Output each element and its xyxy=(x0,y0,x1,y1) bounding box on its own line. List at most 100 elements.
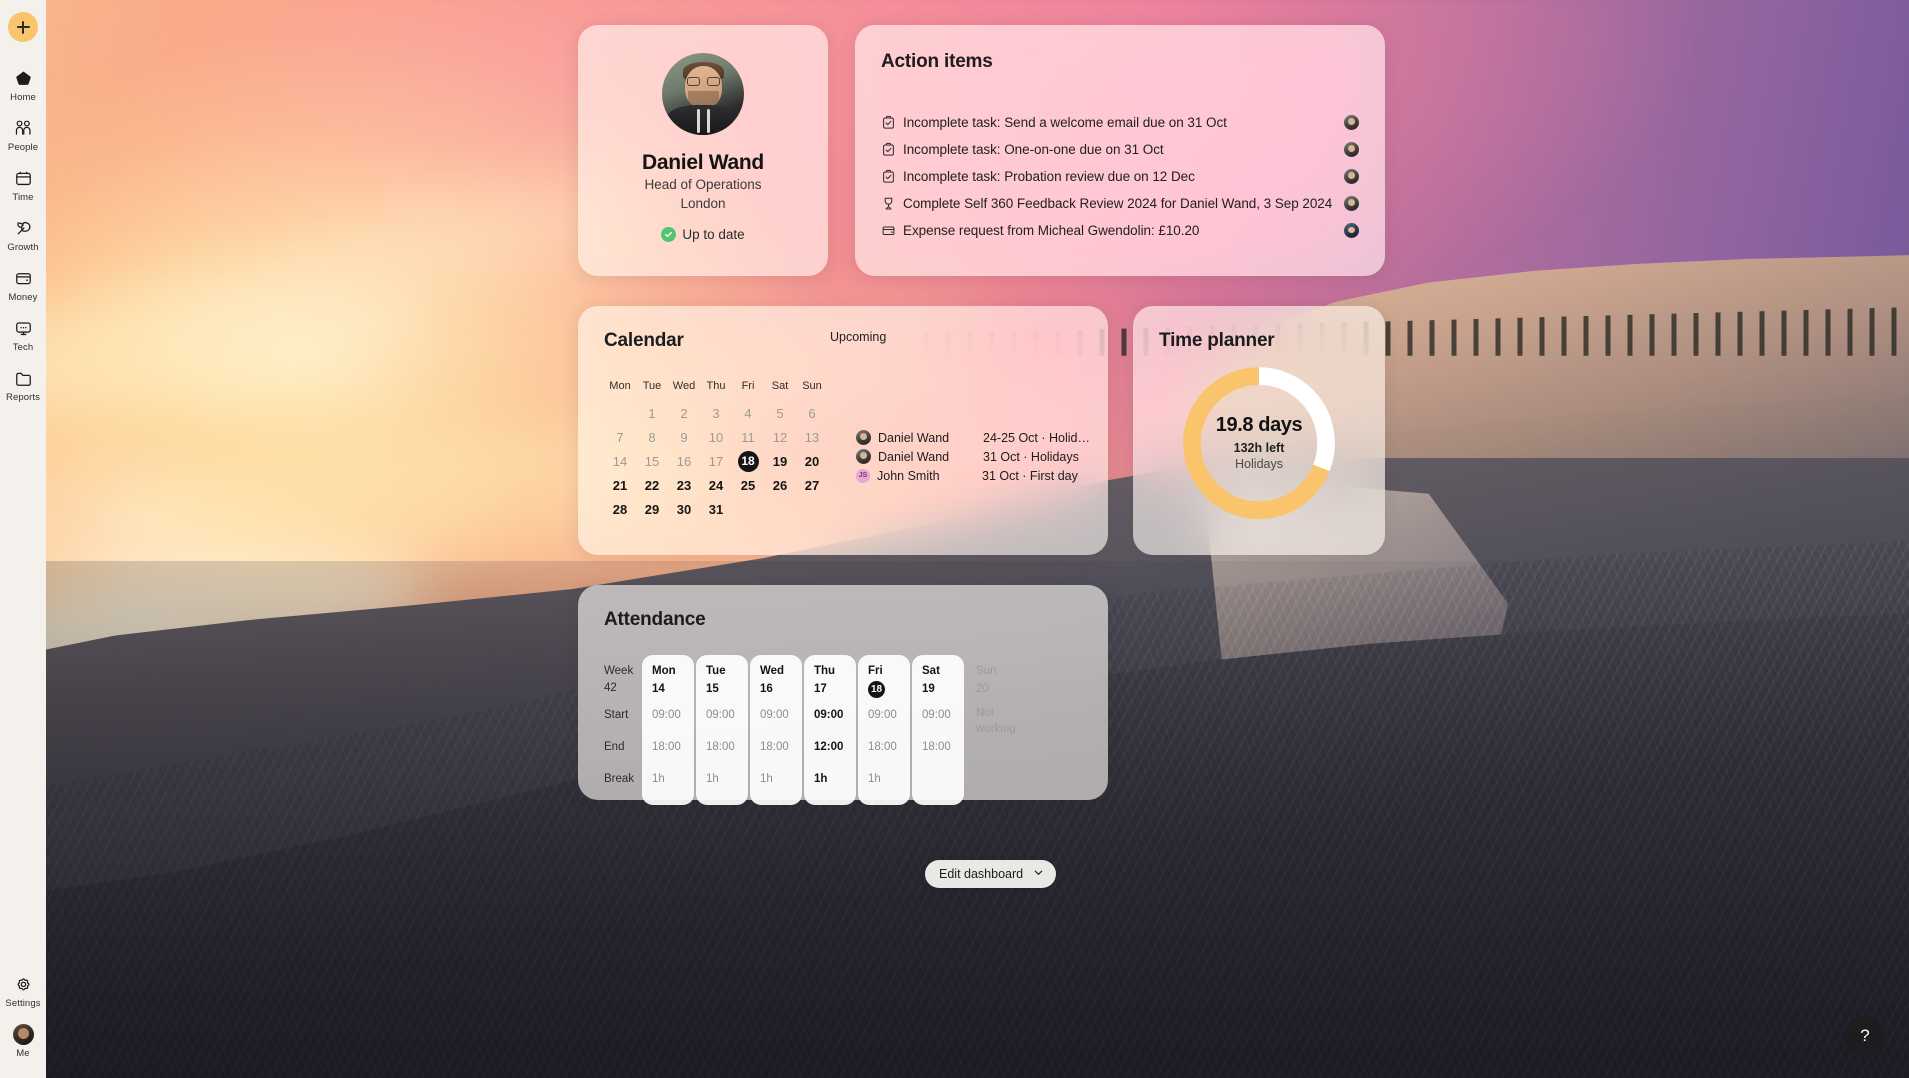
folder-icon xyxy=(14,367,33,389)
attendance-day-column[interactable]: Tue 15 09:00 18:00 1h xyxy=(696,655,748,805)
attendance-columns: Mon 14 09:00 18:00 1h Tue 15 09:00 18:00 1h Wed 16 0… xyxy=(642,655,1020,805)
calendar-day-cell[interactable]: 12 xyxy=(764,425,796,449)
calendar-day-cell[interactable]: 28 xyxy=(604,497,636,521)
calendar-day-cell[interactable]: 1 xyxy=(636,401,668,425)
attendance-break-value: 1h xyxy=(814,773,828,785)
upcoming-person-name: John Smith xyxy=(877,468,940,483)
sidebar-item-money[interactable]: Money xyxy=(0,260,46,310)
calendar-day-cell[interactable]: 10 xyxy=(700,425,732,449)
calendar-day-cell[interactable]: 17 xyxy=(700,449,732,473)
attendance-day-column[interactable]: Thu 17 09:00 12:00 1h xyxy=(804,655,856,805)
calendar-day-cell[interactable]: 16 xyxy=(668,449,700,473)
clipboard-check-icon xyxy=(881,169,903,184)
time-planner-card: Time planner 19.8 days 132h left Holiday… xyxy=(1133,306,1385,555)
time-planner-donut-chart: 19.8 days 132h left Holidays xyxy=(1183,366,1335,519)
calendar-day-cell[interactable]: 30 xyxy=(668,497,700,521)
calendar-day-cell[interactable]: 3 xyxy=(700,401,732,425)
attendance-day-column[interactable]: Mon 14 09:00 18:00 1h xyxy=(642,655,694,805)
calendar-day-cell[interactable]: 21 xyxy=(604,473,636,497)
calendar-day-cell[interactable]: 29 xyxy=(636,497,668,521)
main-sidebar: Home People Time Growth Money Tech Repor… xyxy=(0,0,46,1078)
upcoming-detail: 31 Oct · Holidays xyxy=(983,449,1079,464)
donut-hours-left: 132h left xyxy=(1233,441,1285,456)
profile-avatar xyxy=(662,53,744,135)
edit-dashboard-button[interactable]: Edit dashboard xyxy=(925,860,1057,888)
calendar-day-cell[interactable]: 23 xyxy=(668,473,700,497)
add-button[interactable] xyxy=(8,12,38,42)
sidebar-item-people[interactable]: People xyxy=(0,110,46,160)
sidebar-item-time[interactable]: Time xyxy=(0,160,46,210)
action-item-row[interactable]: Expense request from Micheal Gwendolin: … xyxy=(881,217,1359,244)
calendar-day-cell[interactable]: 26 xyxy=(764,473,796,497)
sidebar-item-label: Time xyxy=(12,192,34,203)
calendar-day-cell[interactable]: 22 xyxy=(636,473,668,497)
sidebar-item-tech[interactable]: Tech xyxy=(0,310,46,360)
calendar-day-of-week: Thu xyxy=(706,380,726,392)
upcoming-row[interactable]: Daniel Wand 31 Oct · Holidays xyxy=(856,447,1106,466)
help-button[interactable]: ? xyxy=(1845,1016,1885,1056)
calendar-day-cell[interactable]: 9 xyxy=(668,425,700,449)
calendar-day-cell[interactable]: 11 xyxy=(732,425,764,449)
sidebar-item-home[interactable]: Home xyxy=(0,60,46,110)
calendar-day-cell[interactable]: 14 xyxy=(604,449,636,473)
action-item-row[interactable]: Incomplete task: One-on-one due on 31 Oc… xyxy=(881,136,1359,163)
sidebar-item-me[interactable]: Me xyxy=(0,1016,46,1066)
upcoming-row[interactable]: Daniel Wand 24-25 Oct · Holid… xyxy=(856,428,1106,447)
monitor-icon xyxy=(14,317,33,339)
sidebar-item-reports[interactable]: Reports xyxy=(0,360,46,410)
attendance-day-number: 20 xyxy=(976,683,989,695)
attendance-end-value: 18:00 xyxy=(706,741,735,753)
calendar-day-cell[interactable]: 13 xyxy=(796,425,828,449)
sidebar-item-label: Money xyxy=(8,292,38,303)
attendance-grid: Week 42 Start End Break Mon 14 09:00 18:00 1… xyxy=(604,655,1020,805)
calendar-day-cell[interactable]: 27 xyxy=(796,473,828,497)
avatar-icon xyxy=(12,1023,34,1045)
sidebar-item-label: Home xyxy=(10,92,36,103)
calendar-day-cell[interactable]: 24 xyxy=(700,473,732,497)
attendance-end-value: 18:00 xyxy=(760,741,789,753)
calendar-day-cell[interactable]: 4 xyxy=(732,401,764,425)
calendar-day-cell[interactable]: 20 xyxy=(796,449,828,473)
attendance-day-column[interactable]: Sat 19 09:00 18:00 xyxy=(912,655,964,805)
action-item-avatar xyxy=(1344,115,1359,130)
attendance-break-value: 1h xyxy=(760,773,773,785)
profile-card[interactable]: Daniel Wand Head of Operations London Up… xyxy=(578,25,828,276)
action-item-row[interactable]: Complete Self 360 Feedback Review 2024 f… xyxy=(881,190,1359,217)
attendance-day-column[interactable]: Fri 18 09:00 18:00 1h xyxy=(858,655,910,805)
action-item-avatar xyxy=(1344,196,1359,211)
attendance-dow: Sat xyxy=(922,665,940,677)
calendar-day-cell[interactable]: 7 xyxy=(604,425,636,449)
calendar-day-cell[interactable]: 8 xyxy=(636,425,668,449)
calendar-day-cell[interactable]: 31 xyxy=(700,497,732,521)
action-items-list: Incomplete task: Send a welcome email du… xyxy=(881,109,1359,244)
upcoming-detail: 31 Oct · First day xyxy=(982,468,1078,483)
attendance-day-column[interactable]: Sun 20 Not working xyxy=(966,655,1018,805)
sidebar-item-settings[interactable]: Settings xyxy=(0,966,46,1016)
action-item-row[interactable]: Incomplete task: Send a welcome email du… xyxy=(881,109,1359,136)
calendar-day-cell[interactable]: 6 xyxy=(796,401,828,425)
sidebar-item-growth[interactable]: Growth xyxy=(0,210,46,260)
calendar-day-cell[interactable]: 19 xyxy=(764,449,796,473)
action-item-row[interactable]: Incomplete task: Probation review due on… xyxy=(881,163,1359,190)
attendance-break-value: 1h xyxy=(706,773,719,785)
calendar-day-cell[interactable]: 25 xyxy=(732,473,764,497)
calendar-day-cell[interactable]: 15 xyxy=(636,449,668,473)
sidebar-item-label: Me xyxy=(16,1048,30,1059)
calendar-day-cell[interactable]: 2 xyxy=(668,401,700,425)
check-circle-icon xyxy=(661,227,677,242)
calendar-day-cell[interactable]: 18 xyxy=(732,449,764,473)
attendance-day-column[interactable]: Wed 16 09:00 18:00 1h xyxy=(750,655,802,805)
attendance-card: Attendance Week 42 Start End Break Mon 14… xyxy=(578,585,1108,805)
help-label: ? xyxy=(1860,1026,1870,1045)
attendance-start-label: Start xyxy=(604,709,629,721)
calendar-day-cell[interactable]: 5 xyxy=(764,401,796,425)
attendance-start-value: 09:00 xyxy=(814,709,844,721)
status-text: Up to date xyxy=(682,227,745,242)
sidebar-item-label: Reports xyxy=(6,392,40,403)
donut-category: Holidays xyxy=(1235,457,1283,472)
attendance-break-value xyxy=(922,763,964,795)
upcoming-row[interactable]: JS John Smith 31 Oct · First day xyxy=(856,466,1106,485)
action-item-text: Complete Self 360 Feedback Review 2024 f… xyxy=(903,196,1333,211)
attendance-start-value: 09:00 xyxy=(706,709,735,721)
calendar-card: Calendar Mon Tue Wed Thu Fri Sat Sun 1 2 3 4 5 6 7 8 9 1… xyxy=(578,306,1108,555)
